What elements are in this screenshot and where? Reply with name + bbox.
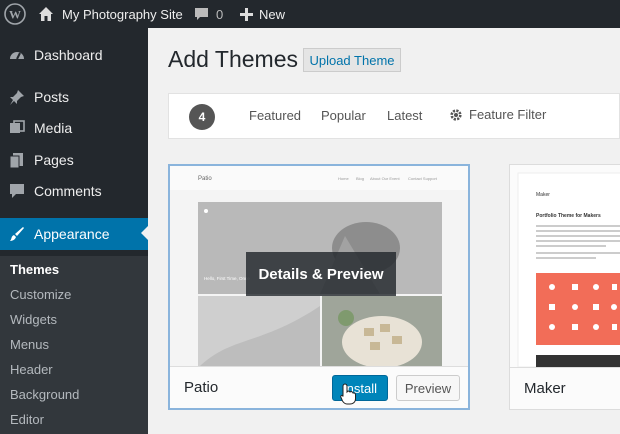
site-name: My Photography Site	[62, 6, 183, 22]
submenu-customize[interactable]: Customize	[10, 287, 71, 302]
site-name-link[interactable]: My Photography Site	[38, 0, 183, 28]
comments-link[interactable]: 0	[194, 0, 223, 28]
sidebar-item-media[interactable]: Media	[0, 113, 148, 143]
sidebar-item-label: Dashboard	[34, 47, 103, 63]
theme-name: Patio	[184, 379, 219, 396]
sidebar-item-comments[interactable]: Comments	[0, 176, 148, 206]
feature-filter-label: Feature Filter	[469, 107, 547, 122]
media-icon	[8, 119, 26, 137]
comment-icon	[8, 182, 26, 200]
upload-theme-button[interactable]: Upload Theme	[303, 48, 401, 72]
plus-icon	[240, 7, 253, 21]
patio-nav-blog: Blog	[356, 176, 364, 181]
appearance-submenu: Themes Customize Widgets Menus Header Ba…	[0, 256, 148, 434]
hand-cursor-icon	[340, 383, 356, 405]
tab-featured[interactable]: Featured	[249, 108, 301, 123]
submenu-widgets[interactable]: Widgets	[10, 312, 57, 327]
submenu-menus[interactable]: Menus	[10, 337, 49, 352]
theme-filter-bar: 4 Featured Popular Latest Feature Filter	[168, 93, 620, 139]
gear-icon	[450, 108, 462, 121]
theme-name: Maker	[524, 380, 566, 397]
brush-icon	[8, 225, 26, 243]
theme-count-badge: 4	[189, 104, 215, 130]
sidebar-item-appearance[interactable]: Appearance	[0, 218, 148, 250]
theme-card-patio[interactable]: Patio Home Blog About Our Event Contact …	[168, 164, 470, 410]
tab-popular[interactable]: Popular	[321, 108, 366, 123]
page-title: Add Themes	[168, 46, 298, 72]
theme-card-maker[interactable]: Maker Portfolio Theme for Makers Maker	[509, 164, 620, 410]
pin-icon	[8, 88, 26, 106]
preview-button[interactable]: Preview	[396, 375, 460, 401]
submenu-editor[interactable]: Editor	[10, 412, 44, 427]
comment-icon	[195, 8, 208, 20]
feature-filter-link[interactable]: Feature Filter	[449, 107, 546, 122]
pages-icon	[8, 151, 26, 169]
patio-nav-contact: Contact Support	[408, 176, 438, 181]
maker-site-title: Maker	[536, 192, 550, 198]
comment-count: 0	[216, 6, 224, 22]
sidebar-item-pages[interactable]: Pages	[0, 145, 148, 175]
theme-card-footer: Maker	[510, 367, 620, 409]
details-preview-overlay[interactable]: Details & Preview	[246, 252, 396, 296]
patio-nav-about: About Our Event	[370, 176, 400, 181]
maker-heading: Portfolio Theme for Makers	[536, 213, 601, 219]
sidebar-item-posts[interactable]: Posts	[0, 82, 148, 112]
theme-card-footer: Patio Install Preview	[170, 366, 468, 408]
home-icon	[39, 7, 53, 21]
svg-text:W: W	[9, 8, 21, 22]
submenu-header[interactable]: Header	[10, 362, 53, 377]
dashboard-icon	[8, 46, 26, 64]
new-content-link[interactable]: New	[240, 0, 285, 28]
sidebar-item-label: Comments	[34, 183, 102, 199]
new-label: New	[259, 6, 286, 22]
sidebar-item-label: Media	[34, 120, 73, 136]
patio-site-title: Patio	[198, 176, 212, 182]
tab-latest[interactable]: Latest	[387, 108, 422, 123]
submenu-themes[interactable]: Themes	[10, 262, 59, 277]
maker-screenshot-art: Maker Portfolio Theme for Makers	[510, 165, 620, 367]
patio-nav-home: Home	[338, 176, 349, 181]
wordpress-icon[interactable]: W	[4, 3, 26, 25]
sidebar-item-label: Posts	[34, 89, 70, 105]
submenu-background[interactable]: Background	[10, 387, 79, 402]
sidebar-item-dashboard[interactable]: Dashboard	[0, 40, 148, 70]
patio-hero-caption: Hello, First Time, Once	[204, 276, 250, 281]
sidebar-item-label: Pages	[34, 152, 74, 168]
admin-bar: W My Photography Site 0 New	[0, 0, 620, 28]
sidebar-item-label: Appearance	[34, 226, 110, 242]
theme-screenshot[interactable]: Maker Portfolio Theme for Makers	[510, 165, 620, 367]
theme-screenshot[interactable]: Patio Home Blog About Our Event Contact …	[170, 166, 468, 368]
admin-sidebar: Dashboard Posts Media Pages Comments App…	[0, 28, 148, 434]
